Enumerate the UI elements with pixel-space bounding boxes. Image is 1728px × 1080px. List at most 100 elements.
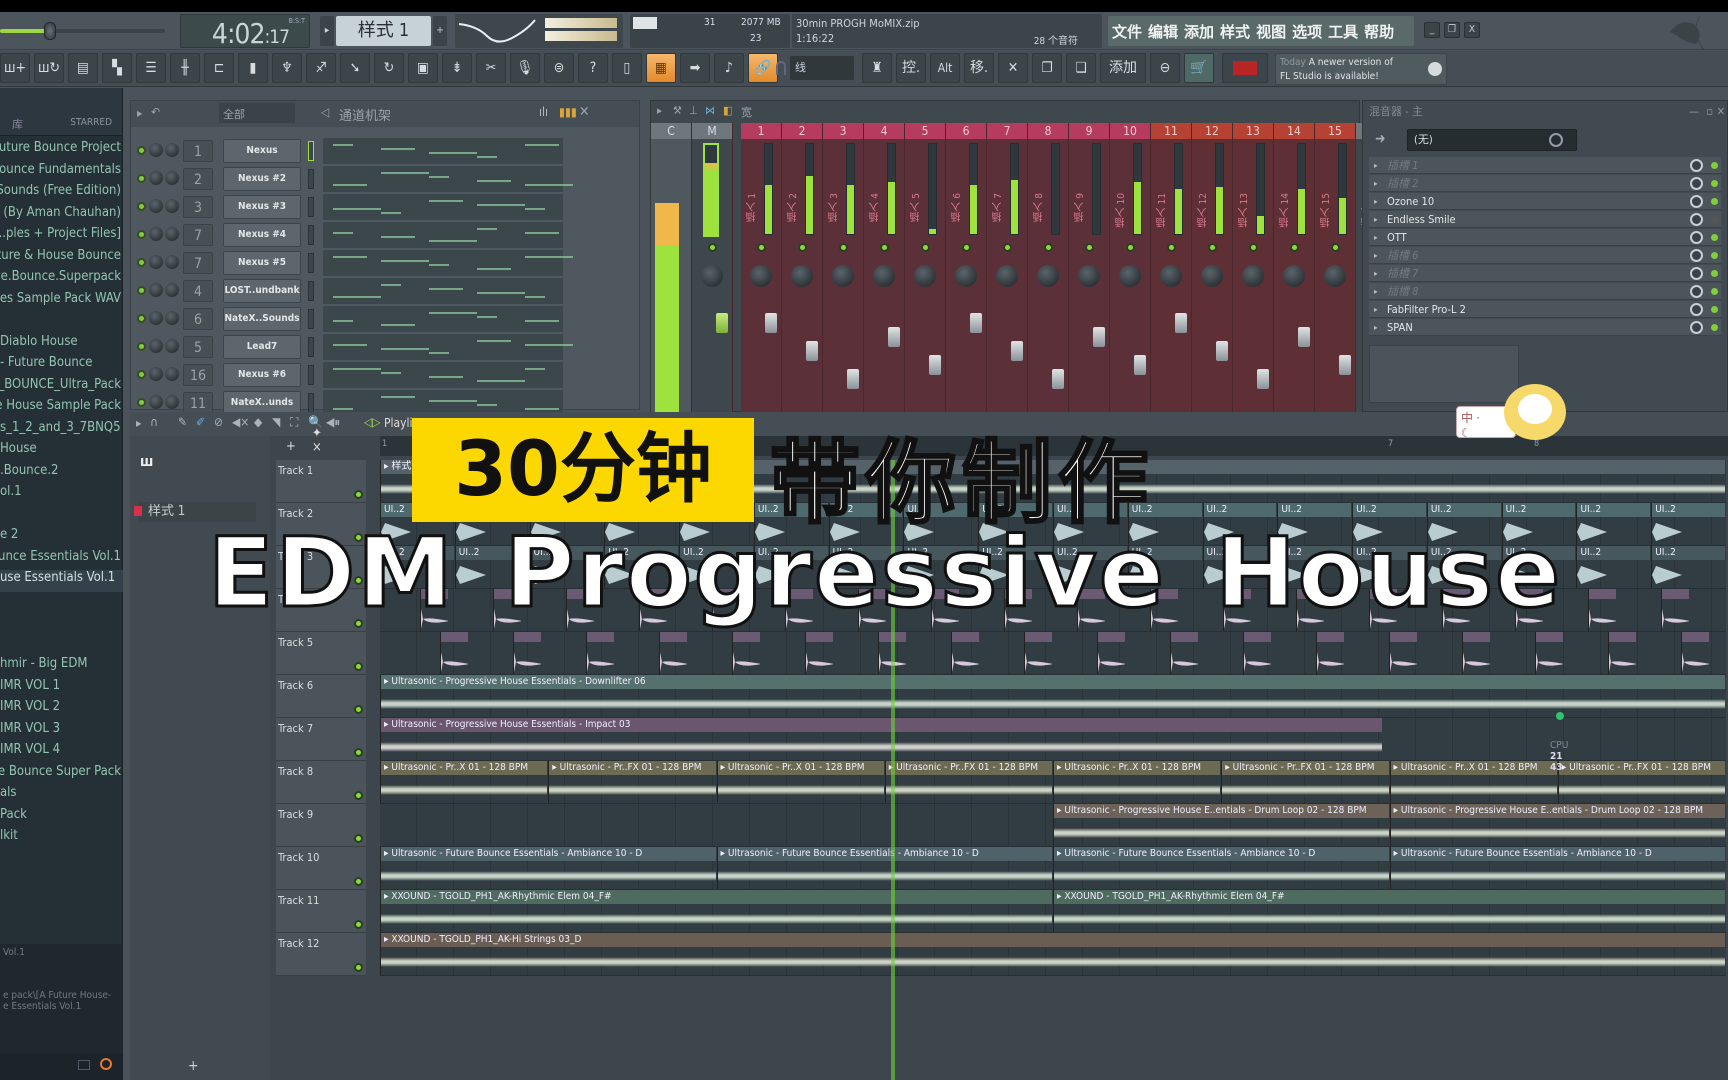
channel-volume-knob[interactable] <box>149 199 163 213</box>
browser-item[interactable]: Progressive.Bounce.Superpack <box>0 269 123 291</box>
slot-expand-icon[interactable]: ▸ <box>1374 283 1378 300</box>
remove-track-icon[interactable]: × <box>312 440 322 455</box>
snap-select[interactable]: 线 <box>790 56 854 80</box>
master-volume-slider[interactable] <box>0 22 165 40</box>
channel-volume-knob[interactable] <box>149 367 163 381</box>
channel-pan-knob[interactable] <box>165 255 179 269</box>
mixer-insert-strip[interactable]: 4 插入 4 <box>864 123 905 413</box>
channel-pan-knob[interactable] <box>165 339 179 353</box>
channel-piano-roll-preview[interactable] <box>323 138 563 164</box>
channel-mixer-track[interactable]: 5 <box>183 336 213 358</box>
track-header[interactable]: Track 8 <box>276 761 366 804</box>
mixer-insert-strip[interactable]: 12 插入 12 <box>1192 123 1233 413</box>
mixer-strip-master[interactable]: M <box>692 123 733 413</box>
slot-expand-icon[interactable]: ▸ <box>1374 301 1378 318</box>
folder-icon[interactable] <box>78 1060 90 1070</box>
track-lane[interactable]: ▸ Ultrasonic - Progressive House Essenti… <box>380 718 1726 761</box>
channel-select-bar[interactable] <box>308 225 314 245</box>
rack-menu-arrow-icon[interactable]: ▸ <box>137 106 142 120</box>
panel-maximize-icon[interactable]: ▫ <box>1706 105 1713 118</box>
channel-select-bar[interactable] <box>308 253 314 273</box>
mixer-insert-strip[interactable]: 3 插入 3 <box>823 123 864 413</box>
audio-clip[interactable] <box>1535 632 1563 674</box>
effect-slot[interactable]: ▸ FabFilter Pro-L 2 <box>1369 301 1721 318</box>
slice-icon[interactable]: ◥ <box>272 415 280 429</box>
channel-select-bar[interactable] <box>308 169 314 189</box>
insert-pan-knob[interactable] <box>1078 265 1100 287</box>
input-routing-icon[interactable]: ➜ <box>1375 131 1386 147</box>
slot-mix-knob[interactable] <box>1690 213 1703 226</box>
picker-patterns-icon[interactable]: ш <box>140 454 153 470</box>
menu-help[interactable]: 帮助 <box>1364 21 1394 42</box>
scissors-icon[interactable]: ✕ <box>998 53 1028 83</box>
audio-clip[interactable]: ▸ Ultrasonic - Future Bounce Essentials … <box>1053 847 1389 889</box>
slot-enable-led[interactable] <box>1711 198 1718 205</box>
slot-enable-led[interactable] <box>1711 234 1718 241</box>
paste-icon[interactable]: ❏ <box>1066 53 1096 83</box>
audio-clip[interactable] <box>951 632 979 674</box>
audio-clip[interactable] <box>1462 632 1490 674</box>
insert-volume-fader[interactable] <box>1093 327 1105 347</box>
channel-select-bar[interactable] <box>308 141 314 161</box>
channel-select-bar[interactable] <box>308 281 314 301</box>
channel-name-button[interactable]: NateX..Sounds <box>223 307 301 331</box>
slot-mix-knob[interactable] <box>1690 249 1703 262</box>
insert-volume-fader[interactable] <box>929 355 941 375</box>
browser-search-bar[interactable] <box>0 1054 123 1080</box>
browser-item[interactable]: IMR VOL 3 <box>0 721 123 743</box>
audio-clip[interactable]: ▸ Ultrasonic - Pr..X 01 - 128 BPM <box>1389 761 1557 803</box>
insert-enable-led[interactable] <box>962 243 971 252</box>
search-icon[interactable] <box>100 1058 112 1070</box>
touch-icon[interactable]: ♐ <box>306 53 336 83</box>
audio-clip[interactable]: ▸ Ultrasonic - Pr..FX 01 - 128 BPM <box>1221 761 1389 803</box>
slot-expand-icon[interactable]: ▸ <box>1374 229 1378 246</box>
browser-item[interactable]: House <box>0 441 123 463</box>
audio-clip[interactable] <box>513 632 541 674</box>
mute-icon[interactable]: ◀× <box>232 415 249 429</box>
channel-volume-knob[interactable] <box>149 339 163 353</box>
audio-clip[interactable]: ▸ Ultrasonic - Progressive House E..enti… <box>1053 804 1389 846</box>
effect-slot[interactable]: ▸ SPAN <box>1369 319 1721 336</box>
track-mute-led[interactable] <box>354 877 363 886</box>
mixer-insert-strip[interactable]: 9 插入 9 <box>1069 123 1110 413</box>
track-mute-led[interactable] <box>354 748 363 757</box>
link-icon[interactable]: 🔗 <box>748 53 778 83</box>
cut-tool-icon[interactable]: ✂ <box>476 53 506 83</box>
channel-mute-led[interactable] <box>137 230 146 239</box>
slot-enable-led[interactable] <box>1711 180 1718 187</box>
track-lane[interactable]: ▸ XXOUND - TGOLD_PH1_AK-Hi Strings 03_D <box>380 933 1726 976</box>
rack-undo-icon[interactable]: ↶ <box>151 105 160 119</box>
close-button[interactable]: X <box>1464 22 1480 38</box>
browser-item[interactable]: IMR VOL 1 <box>0 678 123 700</box>
slot-expand-icon[interactable]: ▸ <box>1374 193 1378 210</box>
channel-mixer-track[interactable]: 3 <box>183 196 213 218</box>
insert-pan-knob[interactable] <box>1037 265 1059 287</box>
effect-slot[interactable]: ▸ 插槽 2 <box>1369 175 1721 192</box>
piano-roll-icon[interactable]: ▚ <box>102 53 132 83</box>
channel-mixer-track[interactable]: 1 <box>183 140 213 162</box>
slot-enable-led[interactable] <box>1711 252 1718 259</box>
master-led[interactable] <box>708 243 717 252</box>
effect-slot[interactable]: ▸ 插槽 1 <box>1369 157 1721 174</box>
channel-name-button[interactable]: Nexus #5 <box>223 251 301 275</box>
browser-item[interactable]: e 2 <box>0 527 123 549</box>
master-fader[interactable] <box>716 313 728 333</box>
insert-pan-knob[interactable] <box>914 265 936 287</box>
news-panel[interactable]: Today A newer version of FL Studio is av… <box>1275 53 1447 85</box>
snap-magnet-icon[interactable]: ∩ <box>150 415 158 429</box>
panel-close-icon[interactable]: ✕ <box>1717 105 1725 118</box>
audio-clip[interactable]: ▸ Ultrasonic - Progressive House Essenti… <box>380 718 1382 760</box>
browser-icon[interactable]: ⊏ <box>204 53 234 83</box>
slider-icon[interactable]: ⊖ <box>1150 53 1180 83</box>
channel-mixer-track[interactable]: 16 <box>183 364 213 386</box>
audio-clip[interactable]: ▸ Ultrasonic - Progressive House E..enti… <box>1389 804 1725 846</box>
minimize-button[interactable]: _ <box>1424 22 1440 38</box>
insert-enable-led[interactable] <box>1044 243 1053 252</box>
track-lane[interactable]: ▸ Ultrasonic - Pr..X 01 - 128 BPM ▸ Ultra… <box>380 761 1726 804</box>
audio-clip[interactable]: ▸ Ultrasonic - Future Bounce Essentials … <box>1389 847 1725 889</box>
channel-mute-led[interactable] <box>137 258 146 267</box>
effect-slot[interactable]: ▸ 插槽 7 <box>1369 265 1721 282</box>
slot-mix-knob[interactable] <box>1690 267 1703 280</box>
knob-icon[interactable]: ♜ <box>862 53 892 83</box>
channel-name-button[interactable]: LOST..undbank <box>223 279 301 303</box>
